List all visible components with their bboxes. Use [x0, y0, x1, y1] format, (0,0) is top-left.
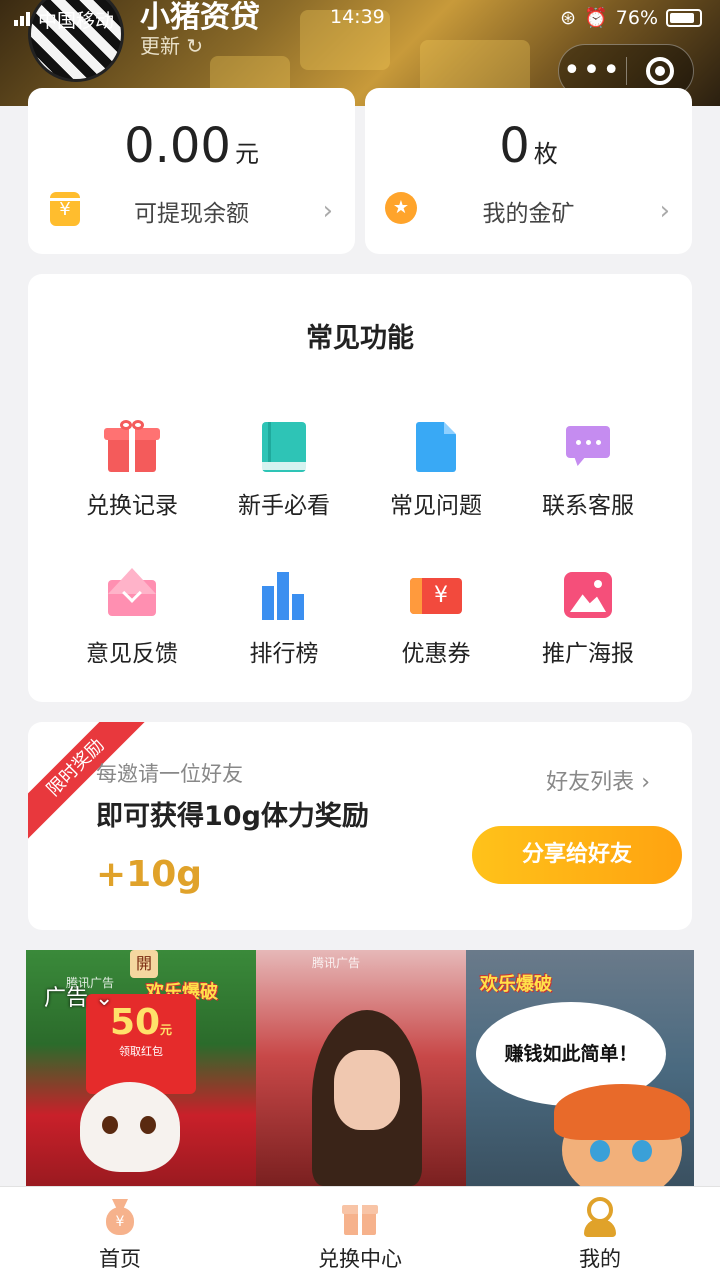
person-figure: [312, 1010, 422, 1186]
function-label: 意见反馈: [86, 641, 178, 667]
document-icon: [408, 420, 464, 476]
function-label: 排行榜: [249, 641, 319, 667]
coupon-action: 领取红包: [119, 1045, 163, 1058]
functions-title: 常见功能: [306, 323, 414, 354]
function-item-customer-service[interactable]: 联系客服: [512, 420, 664, 520]
gold-card[interactable]: 0枚 ★ 我的金矿 ›: [365, 88, 692, 254]
function-item-leaderboard[interactable]: 排行榜: [208, 568, 360, 668]
friend-list-link[interactable]: 好友列表 ›: [546, 764, 650, 796]
function-label: 常见问题: [390, 493, 482, 519]
function-label: 联系客服: [542, 493, 634, 519]
gold-unit: 枚: [533, 140, 558, 168]
tab-exchange-center[interactable]: 兑换中心: [240, 1197, 480, 1273]
coupon-icon: ¥: [408, 568, 464, 624]
chevron-right-icon: ›: [322, 196, 333, 226]
carrier-name: 中国移动: [38, 10, 115, 32]
status-bar: 中国移动 14:39 ⊛ ⏰ 76%: [0, 6, 720, 32]
battery-icon: [666, 8, 702, 27]
close-button[interactable]: [627, 57, 693, 85]
battery-percent: 76%: [615, 6, 658, 29]
balance-amount: 0.00: [124, 118, 231, 174]
alarm-icon: ⏰: [584, 7, 608, 29]
gold-amount: 0: [499, 118, 530, 174]
balance-unit: 元: [234, 140, 259, 168]
function-item-beginner-guide[interactable]: 新手必看: [208, 420, 360, 520]
function-item-feedback[interactable]: 意见反馈: [56, 568, 208, 668]
invite-subtitle: 每邀请一位好友: [96, 762, 243, 786]
ad-panel-video: 腾讯广告: [256, 950, 466, 1186]
ad-label[interactable]: 广告 ⌄: [44, 980, 113, 1012]
tab-label: 首页: [99, 1247, 141, 1271]
gold-value: 0枚: [365, 118, 692, 174]
tile-block: 開: [130, 950, 158, 978]
cat-character: [80, 1082, 180, 1172]
image-icon: [560, 568, 616, 624]
balance-label: 可提现余额: [134, 201, 249, 227]
function-label: 新手必看: [238, 493, 330, 519]
gift-icon: [104, 420, 160, 476]
signal-icon: [14, 9, 32, 31]
bar-chart-icon: [256, 568, 312, 624]
ad-panel-cartoon: 欢乐爆破 赚钱如此简单！: [466, 950, 694, 1186]
status-time: 14:39: [330, 6, 385, 28]
ad-banner[interactable]: 腾讯广告 欢乐爆破 開 50元 领取红包 腾讯广告 欢乐爆破 赚钱如此简单！ 广…: [26, 950, 694, 1186]
target-icon: [645, 57, 674, 85]
tab-home[interactable]: ¥ 首页: [0, 1197, 240, 1273]
function-item-faq[interactable]: 常见问题: [360, 420, 512, 520]
gift-box-icon: [340, 1197, 380, 1237]
book-icon: [256, 420, 312, 476]
gold-label: 我的金矿: [482, 201, 575, 227]
update-label[interactable]: 更新 ↻: [140, 30, 203, 59]
envelope-icon: [104, 568, 160, 624]
tab-label: 我的: [579, 1247, 621, 1271]
bottom-tab-bar: ¥ 首页 兑换中心 我的: [0, 1186, 720, 1280]
tab-label: 兑换中心: [318, 1247, 402, 1271]
invite-card: 限时奖励 每邀请一位好友 即可获得10g体力奖励 +10g 好友列表 › 分享给…: [28, 722, 692, 930]
function-item-coupons[interactable]: ¥ 优惠券: [360, 568, 512, 668]
invite-headline: 即可获得10g体力奖励: [96, 801, 369, 832]
function-label: 兑换记录: [86, 493, 178, 519]
chevron-down-icon: ⌄: [95, 986, 114, 1011]
user-icon: [580, 1197, 620, 1237]
function-label: 优惠券: [401, 641, 471, 667]
function-label: 推广海报: [542, 641, 634, 667]
ad-source: 腾讯广告: [312, 956, 361, 970]
chat-icon: [560, 420, 616, 476]
function-item-promo-poster[interactable]: 推广海报: [512, 568, 664, 668]
balance-value: 0.00 元: [28, 118, 355, 174]
chevron-right-icon: ›: [641, 770, 650, 795]
rotation-lock-icon: ⊛: [560, 6, 577, 29]
money-bag-icon: ¥: [100, 1197, 140, 1237]
share-button[interactable]: 分享给好友: [472, 826, 682, 884]
chevron-right-icon: ›: [659, 196, 670, 226]
balance-card[interactable]: 0.00 元 ¥ 可提现余额 ›: [28, 88, 355, 254]
invite-reward: +10g: [96, 854, 203, 895]
game-logo: 欢乐爆破: [480, 974, 552, 995]
functions-card: 常见功能 兑换记录 新手必看 常见问题 联系客服 意见反馈 排行榜 ¥ 优惠券 …: [28, 274, 692, 702]
tab-me[interactable]: 我的: [480, 1197, 720, 1273]
function-item-exchange-records[interactable]: 兑换记录: [56, 420, 208, 520]
cartoon-girl: [554, 1084, 690, 1186]
